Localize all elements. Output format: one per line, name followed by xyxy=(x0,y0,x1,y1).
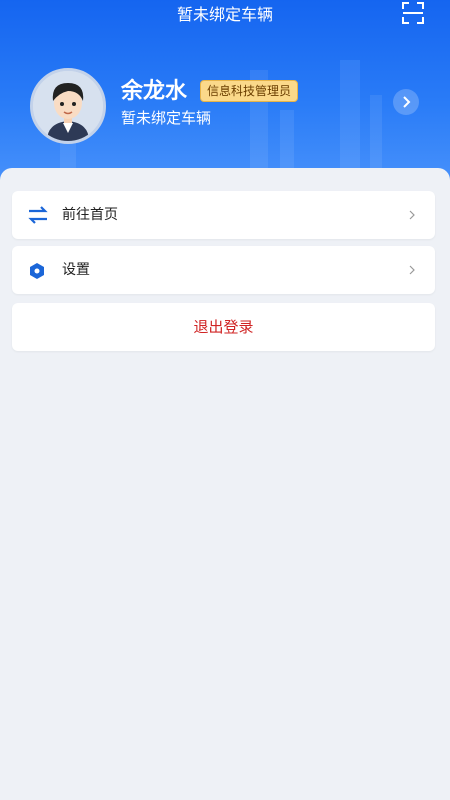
chevron-right-icon xyxy=(403,96,411,108)
swap-arrows-icon xyxy=(28,206,48,224)
chevron-right-icon xyxy=(409,265,415,275)
logout-button[interactable]: 退出登录 xyxy=(12,303,435,351)
avatar[interactable] xyxy=(30,68,106,144)
profile-header: 暂未绑定车辆 余龙水 信息科技管理员 暂未绑定车辆 xyxy=(0,0,450,190)
chevron-right-icon xyxy=(409,210,415,220)
profile-detail-button[interactable] xyxy=(393,89,419,115)
menu-area: 前往首页 设置 退出登录 xyxy=(0,168,450,800)
menu-item-settings[interactable]: 设置 xyxy=(12,246,435,294)
menu-item-label: 设置 xyxy=(62,262,90,278)
menu-item-home[interactable]: 前往首页 xyxy=(12,191,435,239)
page-title: 暂未绑定车辆 xyxy=(176,5,273,24)
scan-icon[interactable] xyxy=(402,2,424,24)
role-badge: 信息科技管理员 xyxy=(200,80,299,102)
hexagon-settings-icon xyxy=(30,263,44,279)
menu-item-label: 前往首页 xyxy=(62,207,118,223)
user-name: 余龙水 xyxy=(121,79,188,104)
vehicle-status: 暂未绑定车辆 xyxy=(121,109,212,127)
